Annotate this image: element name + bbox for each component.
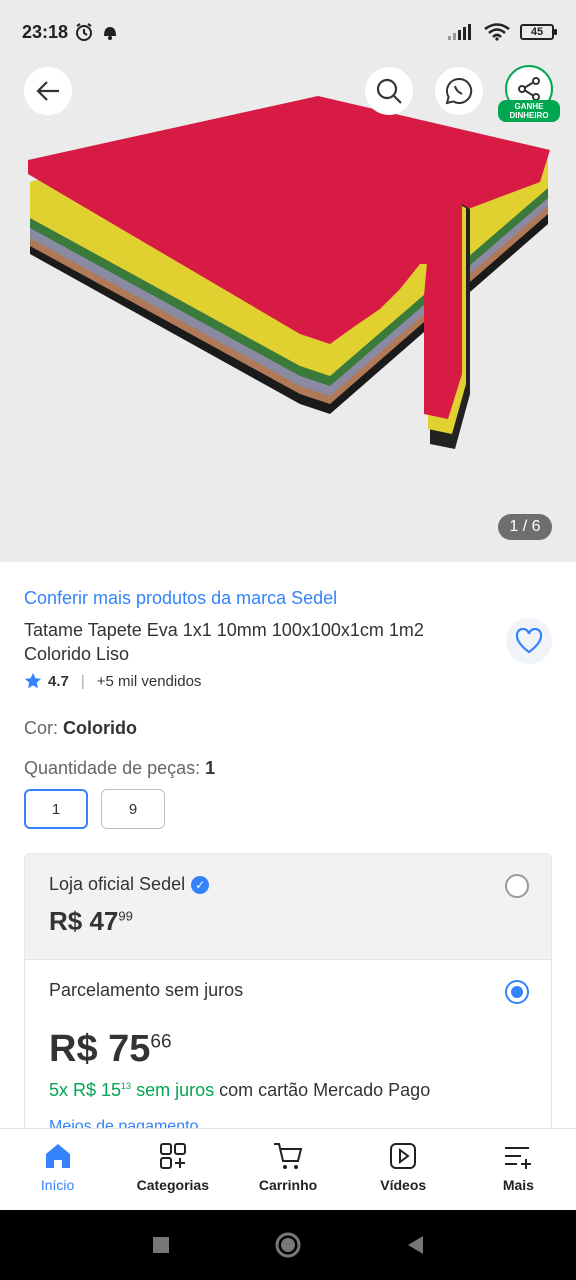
search-button[interactable]	[365, 67, 413, 115]
image-counter: 1 / 6	[498, 514, 552, 540]
nav-home[interactable]: Início	[0, 1129, 115, 1210]
installment-price-int: R$ 75	[49, 1028, 151, 1070]
nav-label-home: Início	[40, 1177, 75, 1193]
whatsapp-share-button[interactable]	[435, 67, 483, 115]
nav-label-videos: Vídeos	[380, 1177, 427, 1193]
status-bar: 23:18 45	[0, 0, 576, 64]
wifi-icon	[484, 23, 510, 41]
video-icon	[390, 1143, 417, 1169]
status-left: 23:18	[22, 22, 120, 43]
offer-official-store[interactable]: Loja oficial Sedel ✓ R$ 4799	[25, 854, 551, 960]
home-icon	[45, 1144, 70, 1168]
nav-videos[interactable]: Vídeos	[346, 1129, 461, 1210]
sold-count: +5 mil vendidos	[96, 672, 202, 690]
star-icon	[24, 672, 42, 689]
share-icon	[518, 77, 540, 101]
installment-price-cents: 66	[150, 1031, 172, 1053]
color-label: Cor:	[24, 718, 59, 738]
home-system-icon[interactable]	[274, 1231, 302, 1259]
notification-icon	[104, 27, 117, 40]
quantity-label-row: Quantidade de peças: 1	[24, 758, 215, 779]
recent-apps-icon[interactable]	[151, 1235, 171, 1255]
product-gallery[interactable]: GANHE DINHEIRO 1 / 6	[0, 64, 576, 562]
installment-green: 5x R$ 1513 sem juros	[49, 1080, 214, 1100]
offers-card: Loja oficial Sedel ✓ R$ 4799 Parcelament…	[24, 853, 552, 1143]
store-name: Loja oficial Sedel	[49, 874, 186, 894]
brand-link[interactable]: Conferir mais produtos da marca Sedel	[24, 588, 337, 609]
bottom-nav: Início Categorias Carrinho Vídeos Mais	[0, 1128, 576, 1210]
cart-icon	[274, 1143, 303, 1169]
favorite-button[interactable]	[506, 618, 552, 664]
rating-divider: |	[80, 672, 85, 690]
signal-icon	[448, 24, 471, 40]
heart-icon	[515, 628, 543, 654]
nav-label-more: Mais	[502, 1177, 534, 1193]
installment-green-suffix: sem juros	[131, 1080, 215, 1100]
installment-title: Parcelamento sem juros	[49, 980, 244, 1000]
categories-icon	[159, 1143, 186, 1169]
quantity-label: Quantidade de peças:	[24, 758, 201, 778]
quantity-option-1[interactable]: 1	[24, 789, 88, 829]
installment-price: R$ 7566	[49, 1028, 172, 1071]
search-icon	[376, 78, 402, 104]
alarm-icon	[76, 23, 93, 41]
nav-cart[interactable]: Carrinho	[230, 1129, 345, 1210]
menu-plus-icon	[505, 1147, 532, 1169]
whatsapp-icon	[445, 77, 473, 105]
arrow-left-icon	[36, 81, 59, 101]
quantity-option-9[interactable]: 9	[101, 789, 165, 829]
installment-green-prefix: 5x R$ 15	[49, 1080, 122, 1100]
nav-categories[interactable]: Categorias	[115, 1129, 230, 1210]
rating-row[interactable]: 4.7 | +5 mil vendidos	[24, 672, 201, 690]
installment-rest: com cartão Mercado Pago	[214, 1080, 431, 1100]
offer-price-cents: 99	[118, 908, 133, 924]
store-name-row: Loja oficial Sedel ✓	[49, 874, 210, 895]
battery-indicator: 45	[520, 24, 557, 40]
offer-radio-store[interactable]	[505, 874, 529, 898]
offer-radio-installment[interactable]	[505, 980, 529, 1004]
rating-value: 4.7	[48, 672, 69, 690]
back-system-icon[interactable]	[405, 1234, 425, 1256]
installment-detail: 5x R$ 1513 sem juros com cartão Mercado …	[49, 1080, 430, 1101]
offer-price: R$ 4799	[49, 906, 133, 937]
offer-price-int: R$ 47	[49, 906, 119, 936]
back-button[interactable]	[24, 67, 72, 115]
status-right: 45	[448, 23, 557, 41]
color-selector: Cor: Colorido	[24, 718, 137, 739]
quantity-value: 1	[205, 758, 216, 778]
status-time: 23:18	[22, 21, 69, 42]
verified-icon: ✓	[191, 875, 210, 894]
color-value: Colorido	[63, 718, 138, 738]
nav-label-categories: Categorias	[136, 1177, 209, 1193]
nav-label-cart: Carrinho	[258, 1177, 318, 1193]
installment-green-cents: 13	[121, 1081, 132, 1091]
earn-money-badge[interactable]: GANHE DINHEIRO	[498, 100, 560, 122]
product-image	[28, 96, 550, 449]
system-nav-bar	[0, 1210, 576, 1280]
product-title: Tatame Tapete Eva 1x1 10mm 100x100x1cm 1…	[24, 620, 424, 664]
nav-more[interactable]: Mais	[461, 1129, 576, 1210]
